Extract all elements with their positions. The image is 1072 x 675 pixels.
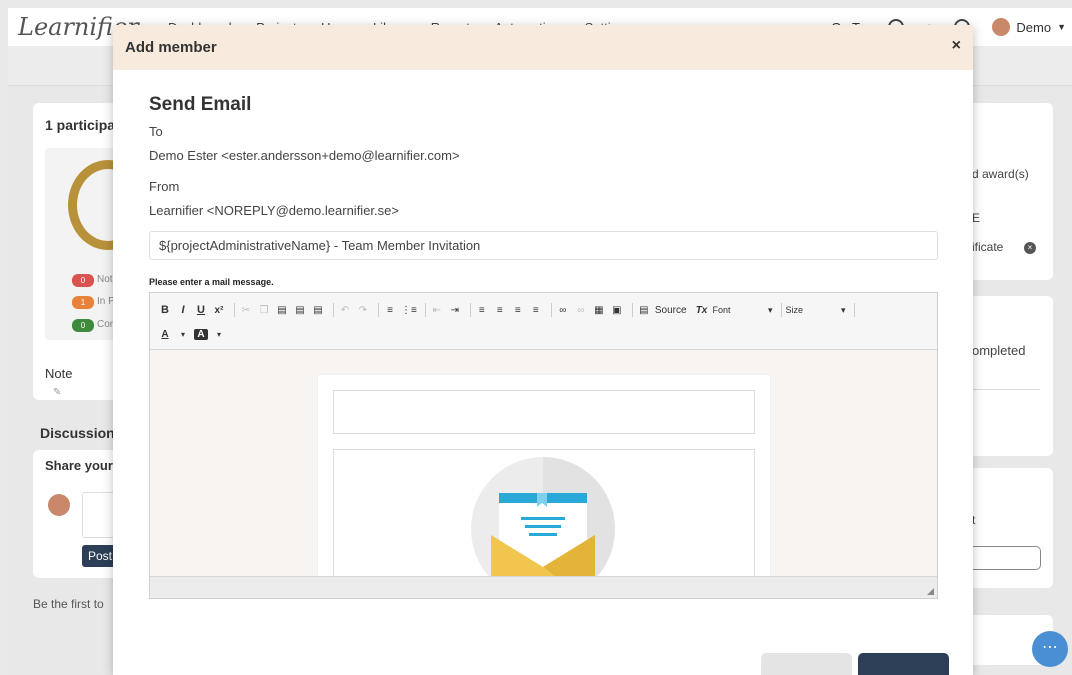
status-count-in-progress: 1 <box>72 296 94 309</box>
avatar <box>992 18 1011 36</box>
outdent-icon[interactable]: ⇤ <box>430 305 444 316</box>
to-label: To <box>149 124 163 139</box>
chevron-down-icon[interactable]: ▾ <box>176 330 190 339</box>
email-template-preview <box>317 374 771 576</box>
user-name: Demo <box>1016 19 1052 35</box>
text-color-button[interactable]: A <box>158 329 172 340</box>
send-email-heading: Send Email <box>149 94 252 115</box>
envelope-illustration-icon <box>471 457 615 576</box>
from-label: From <box>149 179 180 194</box>
size-select[interactable]: Size ▾ <box>786 305 846 316</box>
chevron-down-icon: ▼ <box>1057 22 1066 32</box>
user-menu[interactable]: Demo ▼ <box>992 18 1066 36</box>
toolbar-divider <box>424 303 426 317</box>
toolbar-divider <box>234 303 235 317</box>
avatar <box>48 494 70 516</box>
align-justify-icon[interactable]: ≡ <box>529 305 543 316</box>
toolbar-divider <box>631 303 633 317</box>
clear-format-button[interactable]: Tx <box>695 305 709 316</box>
italic-button[interactable]: I <box>176 304 190 316</box>
font-select[interactable]: Font ▾ <box>713 305 773 316</box>
numbered-list-icon[interactable]: ≡ <box>383 305 397 316</box>
awards-text: d award(s) <box>972 167 1029 181</box>
toolbar-divider <box>550 303 552 317</box>
resize-handle-icon[interactable] <box>927 588 934 595</box>
completed-text: ompleted <box>972 343 1026 358</box>
status-count-completed: 0 <box>72 319 94 332</box>
underline-button[interactable]: U <box>194 304 208 316</box>
divider <box>970 389 1040 390</box>
certificate-text: ificate <box>972 240 1004 254</box>
right-e-text: E <box>972 211 981 225</box>
superscript-button[interactable]: x² <box>212 305 226 316</box>
toolbar-divider <box>780 303 782 317</box>
toolbar-divider <box>333 303 334 317</box>
send-button[interactable] <box>858 653 949 675</box>
editor-content-area[interactable] <box>150 350 937 576</box>
bulleted-list-icon[interactable]: ⋮≡ <box>401 305 417 316</box>
undo-icon[interactable]: ↶ <box>338 305 352 316</box>
editor-toolbar: B I U x² ✂ ❐ ▤ ▤ ▤ ↶ ↷ ≡ ⋮≡ ⇤ ⇥ ≡ ≡ ≡ ≡ … <box>150 293 937 350</box>
add-member-modal: Add member × Send Email To Demo Ester <e… <box>113 25 973 675</box>
toolbar-divider <box>853 303 855 317</box>
paste-icon[interactable]: ▤ <box>275 305 289 316</box>
chevron-down-icon: ▾ <box>841 304 846 315</box>
align-center-icon[interactable]: ≡ <box>493 305 507 316</box>
unlink-icon[interactable]: ∞ <box>574 305 588 316</box>
cancel-button[interactable] <box>761 653 852 675</box>
table-icon[interactable]: ▦ <box>592 305 606 316</box>
size-select-label: Size <box>785 304 804 315</box>
share-label: Share your <box>45 458 113 473</box>
chevron-down-icon[interactable]: ▾ <box>212 330 226 339</box>
modal-header: Add member × <box>113 25 973 70</box>
source-button[interactable]: Source <box>655 305 687 316</box>
paste-word-icon[interactable]: ▤ <box>311 305 325 316</box>
align-right-icon[interactable]: ≡ <box>511 305 525 316</box>
font-select-label: Font <box>712 304 731 315</box>
bold-button[interactable]: B <box>158 304 172 316</box>
subject-input[interactable] <box>149 231 938 260</box>
first-comment-text: Be the first to <box>33 597 104 611</box>
indent-icon[interactable]: ⇥ <box>448 305 462 316</box>
message-label: Please enter a mail message. <box>149 277 274 287</box>
source-icon[interactable]: ▤ <box>637 305 651 316</box>
redo-icon[interactable]: ↷ <box>356 305 370 316</box>
status-label-not-started: Not <box>97 274 113 285</box>
copy-icon[interactable]: ❐ <box>257 305 271 316</box>
participants-title: 1 participa <box>45 117 116 133</box>
discussion-label: Discussion <box>40 425 115 441</box>
cut-icon[interactable]: ✂ <box>239 305 253 316</box>
toolbar-divider <box>378 303 379 317</box>
background-color-button[interactable]: A <box>194 328 208 340</box>
email-body-block <box>333 449 755 576</box>
note-label: Note <box>45 366 73 381</box>
close-icon[interactable]: × <box>952 37 961 55</box>
status-count-not-started: 0 <box>72 274 94 287</box>
modal-title: Add member <box>125 39 217 56</box>
editor-status-bar <box>150 576 937 598</box>
rich-text-editor: B I U x² ✂ ❐ ▤ ▤ ▤ ↶ ↷ ≡ ⋮≡ ⇤ ⇥ ≡ ≡ ≡ ≡ … <box>149 292 938 599</box>
paste-text-icon[interactable]: ▤ <box>293 305 307 316</box>
toolbar-divider <box>469 303 471 317</box>
email-header-block <box>333 390 755 434</box>
pencil-icon[interactable]: ✎ <box>53 387 61 398</box>
chevron-down-icon: ▾ <box>768 304 773 315</box>
from-value: Learnifier <NOREPLY@demo.learnifier.se> <box>149 203 399 218</box>
link-icon[interactable]: ∞ <box>556 305 570 316</box>
remove-icon[interactable]: × <box>1024 242 1036 254</box>
image-icon[interactable]: ▣ <box>610 305 624 316</box>
to-value: Demo Ester <ester.andersson+demo@learnif… <box>149 148 460 163</box>
align-left-icon[interactable]: ≡ <box>475 305 489 316</box>
chat-support-button[interactable]: ⋯ <box>1032 631 1068 667</box>
